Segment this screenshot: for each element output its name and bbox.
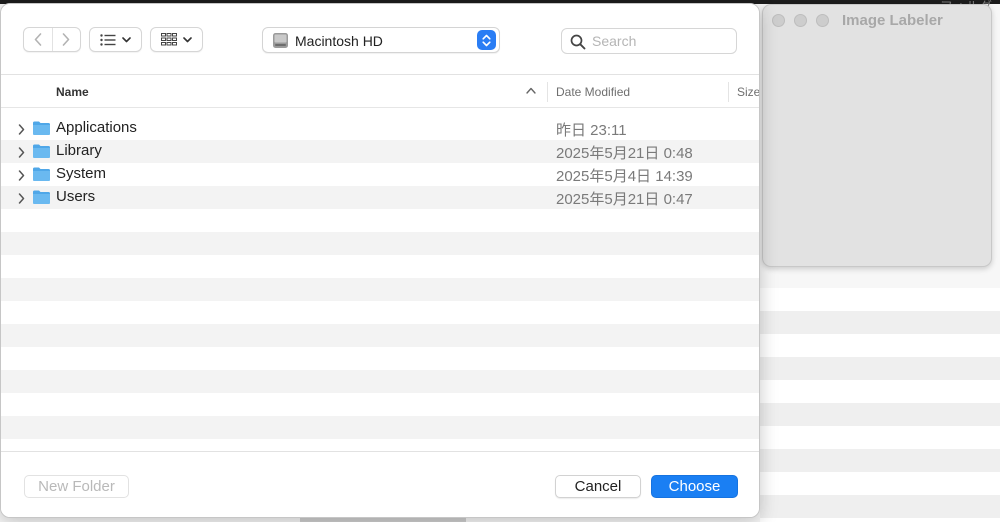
row-stripe	[1, 324, 759, 347]
file-row[interactable]: System 2025年5月4日 14:39	[1, 163, 759, 186]
location-label: Macintosh HD	[295, 33, 383, 49]
file-name: Users	[56, 188, 96, 205]
image-labeler-window[interactable]: Image Labeler	[762, 4, 992, 267]
column-size-header[interactable]: Size	[737, 85, 759, 99]
column-header: Name Date Modified Size	[1, 75, 759, 108]
sort-ascending-icon	[526, 87, 536, 94]
search-input[interactable]	[592, 32, 732, 50]
file-name: Applications	[56, 119, 137, 136]
column-divider[interactable]	[547, 82, 548, 102]
dialog-toolbar: Macintosh HD	[1, 4, 759, 75]
chevron-right-icon	[63, 33, 70, 46]
disclosure-triangle-icon[interactable]	[18, 145, 25, 162]
back-button[interactable]	[24, 28, 52, 51]
list-view-icon	[100, 33, 116, 46]
back-forward-control	[23, 27, 81, 52]
choose-button[interactable]: Choose	[651, 475, 738, 498]
row-stripe	[1, 416, 759, 439]
disclosure-triangle-icon[interactable]	[18, 168, 25, 185]
image-labeler-titlebar[interactable]: Image Labeler	[763, 5, 991, 37]
file-date-modified: 2025年5月4日 14:39	[556, 168, 693, 185]
file-row[interactable]: Library 2025年5月21日 0:48	[1, 140, 759, 163]
folder-icon	[32, 120, 51, 140]
window-title: Image Labeler	[842, 12, 943, 29]
file-name: Library	[56, 142, 102, 159]
new-folder-button[interactable]: New Folder	[24, 475, 129, 498]
chevron-down-icon	[122, 36, 131, 42]
file-name: System	[56, 165, 107, 182]
file-date-modified: 昨日 23:11	[556, 122, 627, 139]
row-stripe	[1, 370, 759, 393]
file-date-modified: 2025年5月21日 0:47	[556, 191, 693, 208]
cancel-button[interactable]: Cancel	[555, 475, 641, 498]
grid-view-icon	[161, 33, 177, 46]
row-stripe	[1, 278, 759, 301]
hard-disk-icon	[273, 33, 288, 48]
search-icon	[570, 34, 586, 50]
folder-icon	[32, 166, 51, 186]
location-stepper[interactable]	[477, 30, 496, 50]
file-row[interactable]: Users 2025年5月21日 0:47	[1, 186, 759, 209]
chevron-down-icon	[183, 36, 192, 42]
location-popup[interactable]: Macintosh HD	[262, 27, 500, 53]
minimize-window-button[interactable]	[794, 14, 807, 27]
close-window-button[interactable]	[772, 14, 785, 27]
file-date-modified: 2025年5月21日 0:48	[556, 145, 693, 162]
folder-icon	[32, 189, 51, 209]
file-list: Applications 昨日 23:11 Library 2025年5月21日 0:…	[1, 110, 759, 451]
open-file-dialog: Macintosh HD Name Date Modified Size Ap	[0, 3, 760, 518]
folder-icon	[32, 143, 51, 163]
view-mode-button[interactable]	[89, 27, 142, 52]
column-divider[interactable]	[728, 82, 729, 102]
search-field[interactable]	[561, 28, 737, 54]
column-date-header[interactable]: Date Modified	[556, 85, 630, 99]
zoom-window-button[interactable]	[816, 14, 829, 27]
disclosure-triangle-icon[interactable]	[18, 191, 25, 208]
file-row[interactable]: Applications 昨日 23:11	[1, 117, 759, 140]
forward-button[interactable]	[51, 28, 80, 51]
disclosure-triangle-icon[interactable]	[18, 122, 25, 139]
group-by-button[interactable]	[150, 27, 203, 52]
up-down-chevron-icon	[482, 34, 491, 46]
dialog-footer: New Folder Cancel Choose	[1, 451, 759, 517]
column-name-header[interactable]: Name	[56, 85, 89, 99]
chevron-left-icon	[34, 33, 42, 46]
row-stripe	[1, 232, 759, 255]
background-list-stripes	[760, 288, 1000, 522]
